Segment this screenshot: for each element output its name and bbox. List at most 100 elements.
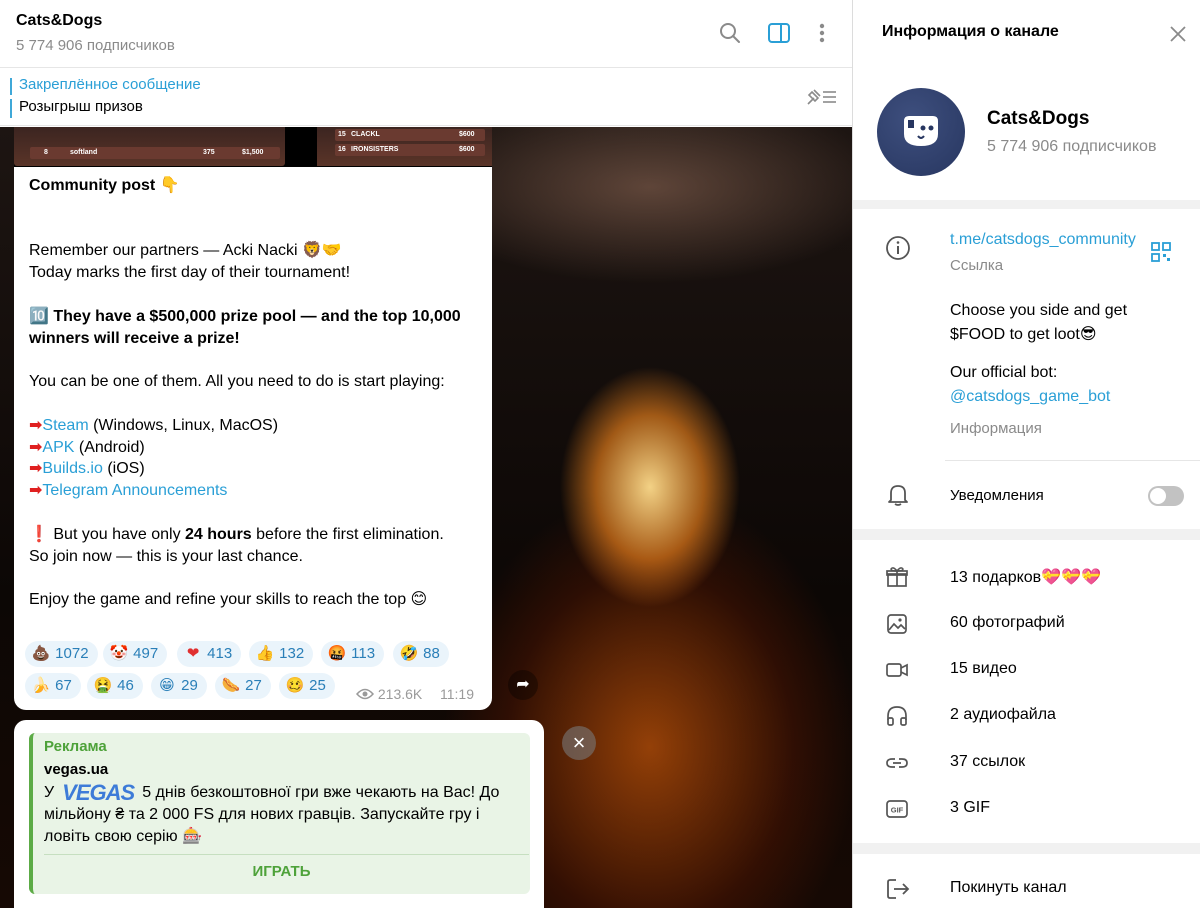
description-line: Choose you side and get $FOOD to get loo… xyxy=(950,302,1128,343)
reaction-poop[interactable]: 💩 1072 xyxy=(25,641,98,667)
sponsored-message[interactable]: Реклама vegas.ua У VEGAS 5 днів безкоштовн… xyxy=(14,720,544,908)
message-bold-text: They have a $500,000 prize pool — and th… xyxy=(29,307,461,347)
reaction-hotdog[interactable]: 🌭 27 xyxy=(215,673,271,699)
media-label: 13 подарков💝💝💝 xyxy=(950,567,1101,587)
pinned-message-bar[interactable]: Закреплённое сообщение Розыгрыш призов xyxy=(0,68,852,126)
leaderboard-prize: $600 xyxy=(459,131,475,138)
info-title: Информация о канале xyxy=(882,23,1059,40)
builds-link[interactable]: Builds.io xyxy=(42,460,102,477)
share-button[interactable]: ➦ xyxy=(508,670,538,700)
banana-icon: 🍌 xyxy=(31,677,51,694)
photo-icon xyxy=(887,614,907,634)
reaction-heart[interactable]: ❤ 413 xyxy=(177,641,242,667)
more-button[interactable] xyxy=(809,20,835,46)
reaction-vomit[interactable]: 🤮 46 xyxy=(87,673,143,699)
leaderboard-row: 15 CLACKL $600 xyxy=(335,129,485,141)
leaderboard-rank: 15 xyxy=(338,131,346,138)
reaction-rofl[interactable]: 🤣 88 xyxy=(393,641,449,667)
message-line: Remember our partners — Acki Nacki 🦁🤝 xyxy=(29,242,342,260)
arrow-icon: ➡ xyxy=(29,460,43,478)
ad-card[interactable]: Реклама vegas.ua У VEGAS 5 днів безкоштовн… xyxy=(29,733,530,894)
leaderboard-row: 8 softland 375 $1,500 xyxy=(30,147,280,159)
close-ad-button[interactable]: × xyxy=(562,726,596,760)
photos-count: 60 фотографий xyxy=(950,614,1065,631)
chat-header[interactable]: Cats&Dogs 5 774 906 подписчиков xyxy=(0,0,852,68)
message-link-line: ➡APK (Android) xyxy=(29,437,484,459)
message-views: 213.6K xyxy=(355,686,423,702)
link-icon xyxy=(886,758,908,768)
eye-icon xyxy=(355,688,375,700)
toggle-sidebar-button[interactable] xyxy=(766,20,792,46)
link-suffix: (Android) xyxy=(74,438,145,456)
steam-link[interactable]: Steam xyxy=(42,417,88,434)
channel-avatar[interactable] xyxy=(877,88,965,176)
arrow-icon: ➡ xyxy=(29,438,43,456)
ad-site: vegas.ua xyxy=(44,761,109,778)
rofl-icon: 🤣 xyxy=(399,645,419,662)
reaction-angry[interactable]: 🤬 113 xyxy=(321,641,385,667)
channel-link[interactable]: t.me/catsdogs_community xyxy=(950,231,1150,249)
media-row-gifs[interactable]: GIF 3 GIF xyxy=(853,786,1200,832)
qr-code-icon xyxy=(1151,242,1171,262)
qr-code-button[interactable] xyxy=(1150,241,1172,263)
notifications-toggle[interactable] xyxy=(1148,486,1184,506)
reaction-count: 1072 xyxy=(55,645,89,662)
audio-count: 2 аудиофайла xyxy=(950,706,1056,723)
message-bold-text: 24 hours xyxy=(185,525,252,543)
media-row-audio[interactable]: 2 аудиофайла xyxy=(853,693,1200,739)
hotdog-icon: 🌭 xyxy=(221,677,241,694)
message-line: You can be one of them. All you need to … xyxy=(29,373,445,391)
leaderboard-rank: 16 xyxy=(338,146,346,153)
reaction-thumbs-up[interactable]: 👍 132 xyxy=(249,641,314,667)
media-image-1[interactable]: 8 softland 375 $1,500 xyxy=(14,127,285,166)
ad-label: Реклама xyxy=(44,738,107,755)
message-time: 11:19 xyxy=(440,686,474,702)
clown-icon: 🤡 xyxy=(109,645,129,662)
reaction-count: 413 xyxy=(207,645,233,662)
message-line: Enjoy the game and refine your skills to… xyxy=(29,591,428,609)
gifs-count: 3 GIF xyxy=(950,799,991,816)
angry-face-icon: 🤬 xyxy=(327,645,347,662)
leave-icon xyxy=(887,879,910,899)
bot-link[interactable]: @catsdogs_game_bot xyxy=(950,388,1110,405)
leaderboard-rank: 8 xyxy=(44,149,48,156)
media-image-2[interactable]: 15 CLACKL $600 16 IRONSISTERS $600 xyxy=(317,127,492,166)
chat-title[interactable]: Cats&Dogs xyxy=(16,12,102,30)
search-button[interactable] xyxy=(717,20,743,46)
reaction-banana[interactable]: 🍌 67 xyxy=(25,673,81,699)
ten-icon: 🔟 xyxy=(29,307,49,325)
message-media[interactable]: 8 softland 375 $1,500 15 CLACKL $600 16 … xyxy=(14,127,492,167)
unpin-button[interactable] xyxy=(804,86,838,108)
leaderboard-prize: $1,500 xyxy=(242,149,264,156)
message-text-part: But you have only xyxy=(48,525,186,543)
reaction-woozy[interactable]: 🥴 25 xyxy=(279,673,335,699)
message-text: Community post 👇 Remember our partners —… xyxy=(29,175,484,611)
reaction-clown[interactable]: 🤡 497 xyxy=(103,641,168,667)
videos-count: 15 видео xyxy=(950,660,1017,677)
message-text-part: before the first elimination. xyxy=(251,525,444,543)
channel-message[interactable]: 8 softland 375 $1,500 15 CLACKL $600 16 … xyxy=(14,127,492,710)
close-info-button[interactable] xyxy=(1168,24,1188,44)
media-row-photos[interactable]: 60 фотографий xyxy=(853,601,1200,647)
media-row-gifts[interactable]: 13 подарков💝💝💝 xyxy=(853,554,1200,600)
media-row-links[interactable]: 37 ссылок xyxy=(853,740,1200,786)
poop-icon: 💩 xyxy=(31,645,51,662)
close-icon: × xyxy=(572,730,586,755)
apk-link[interactable]: APK xyxy=(42,439,74,456)
play-button[interactable]: ИГРАТЬ xyxy=(33,863,530,880)
info-icon xyxy=(886,236,910,260)
reaction-count: 113 xyxy=(351,645,376,662)
reaction-grin[interactable]: 😁 29 xyxy=(151,673,207,699)
leave-channel-row[interactable]: Покинуть канал xyxy=(853,854,1200,908)
views-count: 213.6K xyxy=(377,686,423,702)
reaction-count: 497 xyxy=(133,645,159,662)
sidebar-icon xyxy=(768,23,790,43)
link-suffix: (iOS) xyxy=(102,460,145,478)
reaction-count: 67 xyxy=(55,677,72,694)
telegram-announcements-link[interactable]: Telegram Announcements xyxy=(42,482,227,499)
media-row-videos[interactable]: 15 видео xyxy=(853,647,1200,693)
arrow-icon: ➡ xyxy=(29,416,43,434)
share-icon: ➦ xyxy=(516,676,530,693)
reaction-count: 25 xyxy=(309,677,326,694)
leaderboard-name: CLACKL xyxy=(351,131,380,138)
